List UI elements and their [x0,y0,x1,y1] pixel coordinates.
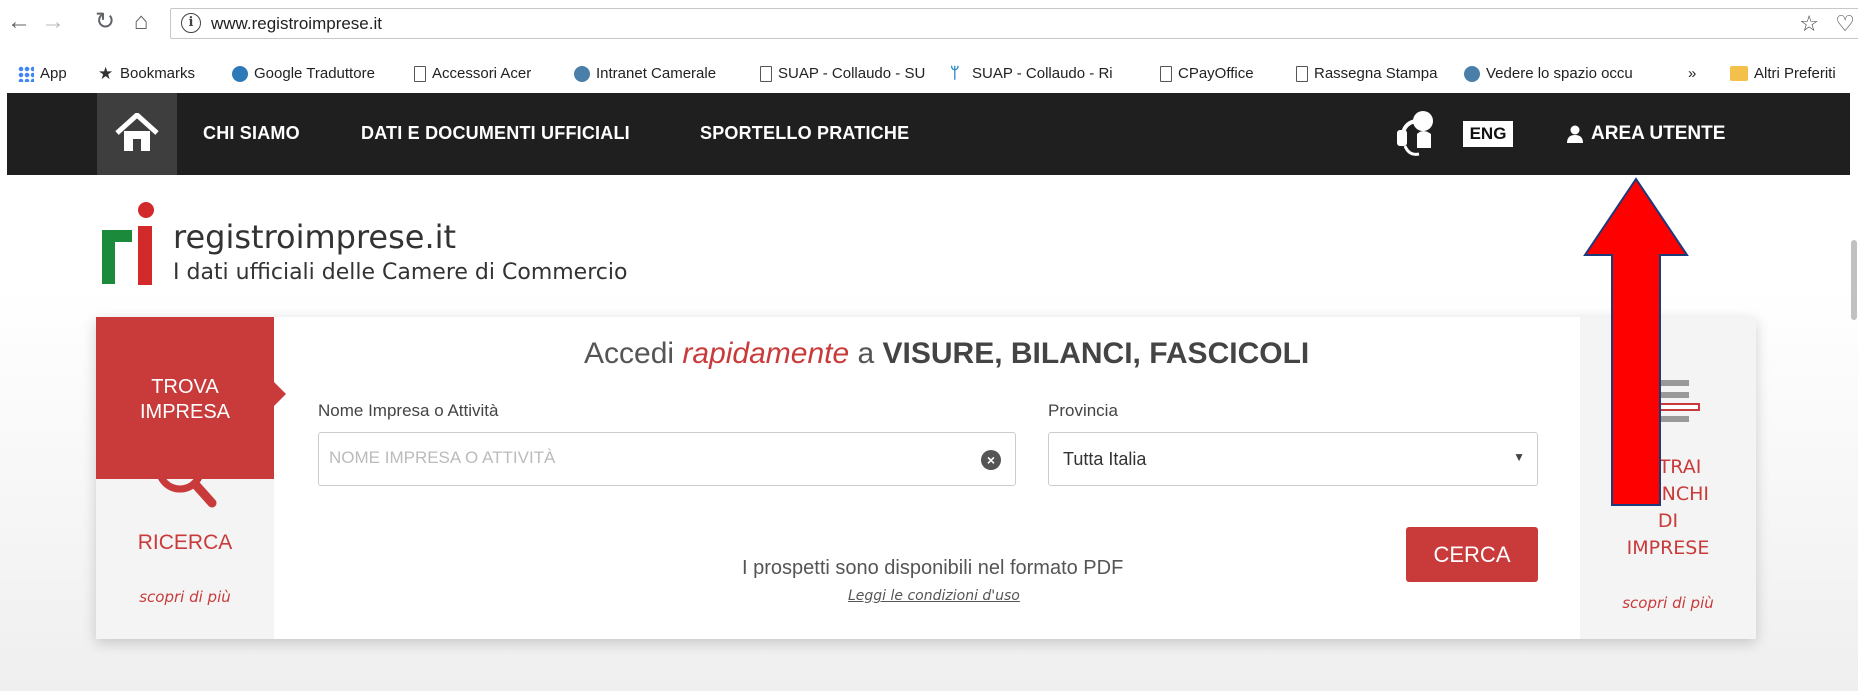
bookmark-altri-preferiti[interactable]: Altri Preferiti [1730,65,1836,82]
trova-line2: IMPRESA [139,401,231,423]
globe-icon [1464,65,1480,82]
bookmarks-bar: App ★ Bookmarks Google Traduttore Access… [0,58,1858,92]
folder-icon [1730,66,1748,81]
bookmark-vedere-spazio[interactable]: Vedere lo spazio occu [1464,65,1633,82]
bookmark-bookmarks[interactable]: ★ Bookmarks [98,63,196,83]
bookmark-label: Accessori Acer [432,65,532,82]
cerca-button[interactable]: CERCA [1406,527,1538,582]
scopri-di-piu-link[interactable]: scopri di più [96,588,274,606]
nav-dati-documenti[interactable]: DATI E DOCUMENTI UFFICIALI [361,123,630,144]
area-utente-label: AREA UTENTE [1591,123,1726,144]
bookmark-label: SUAP - Collaudo - SU [778,65,926,82]
registroimprese-logo[interactable] [98,200,162,296]
bookmark-label: Google Traduttore [254,65,375,82]
reload-icon[interactable]: ↻ [92,9,118,35]
provincia-value: Tutta Italia [1063,449,1147,469]
bookmark-intranet-camerale[interactable]: Intranet Camerale [574,65,716,82]
bookmark-star-icon[interactable]: ☆ [1799,11,1819,37]
magnifier-icon [155,443,217,508]
back-arrow-icon[interactable]: ← [6,9,32,35]
bookmark-app[interactable]: App [18,65,67,82]
condizioni-uso-link[interactable]: Leggi le condizioni d'uso [848,588,1020,604]
provincia-select[interactable]: Tutta Italia ▼ [1048,432,1538,486]
house-icon [115,113,159,151]
heading-mid: a [849,337,883,370]
logo-tagline: I dati ufficiali delle Camere di Commerc… [173,260,628,285]
page-icon [414,65,426,82]
heading-pre: Accedi [584,337,683,370]
nome-impresa-input[interactable] [319,433,959,483]
url-text[interactable]: www.registroimprese.it [211,14,382,34]
bookmark-google-traduttore[interactable]: Google Traduttore [232,65,375,82]
search-heading: Accedi rapidamente a VISURE, BILANCI, FA… [584,337,1309,371]
bookmark-cpayoffice[interactable]: CPayOffice [1160,65,1254,82]
heading-bold: VISURE, BILANCI, FASCICOLI [882,337,1310,370]
logo-name: registroimprese.it [173,218,457,256]
bookmark-accessori-acer[interactable]: Accessori Acer [414,65,531,82]
heart-icon[interactable]: ♡ [1835,11,1855,37]
bird-icon: ᛘ [950,64,960,82]
scopri-di-piu-link-right[interactable]: scopri di più [1580,594,1756,612]
tab-pointer [274,382,286,406]
apps-icon [18,65,34,82]
site-header: CHI SIAMO DATI E DOCUMENTI UFFICIALI SPO… [7,93,1850,175]
forward-arrow-icon[interactable]: → [40,9,66,35]
page-icon [1160,65,1172,82]
bookmark-label: Rassegna Stampa [1314,65,1438,82]
bookmark-suap-collaudo-2[interactable]: ᛘ SUAP - Collaudo - Ri [950,65,1113,82]
home-icon[interactable]: ⌂ [128,9,154,35]
bookmark-label: Vedere lo spazio occu [1486,65,1633,82]
pdf-info-text: I prospetti sono disponibili nel formato… [742,557,1124,579]
bookmark-rassegna-stampa[interactable]: Rassegna Stampa [1296,65,1437,82]
bookmark-label: Bookmarks [120,65,196,82]
star-icon: ★ [98,63,114,83]
dropdown-caret-icon: ▼ [1513,450,1525,464]
nav-chi-siamo[interactable]: CHI SIAMO [203,123,300,144]
bookmark-label: SUAP - Collaudo - Ri [972,65,1113,82]
bookmark-label: CPayOffice [1178,65,1254,82]
globe-icon [574,65,590,82]
heading-emphasis: rapidamente [682,337,850,370]
ricerca-label[interactable]: RICERCA [96,531,274,555]
info-icon[interactable]: i [181,13,201,33]
translate-icon [232,65,248,82]
estrai-line3: DI [1657,510,1679,532]
clear-input-icon[interactable]: × [981,450,1001,470]
area-utente-button[interactable]: AREA UTENTE [1567,123,1725,145]
trova-impresa-label: TROVA IMPRESA [96,375,274,425]
browser-toolbar: ← → ↻ ⌂ i www.registroimprese.it ☆ ♡ [0,0,1858,46]
nome-impresa-field[interactable]: × [318,432,1016,486]
page-scrollbar[interactable] [1851,240,1857,320]
headset-support-icon[interactable] [1395,108,1437,160]
overflow-label: » [1688,65,1697,82]
bookmark-label: Intranet Camerale [596,65,717,82]
address-bar[interactable]: i www.registroimprese.it ☆ ♡ [170,8,1858,39]
page-icon [1296,65,1308,82]
nav-sportello-pratiche[interactable]: SPORTELLO PRATICHE [700,123,909,144]
bookmark-label: Altri Preferiti [1754,65,1836,82]
bookmark-suap-collaudo-1[interactable]: SUAP - Collaudo - SU [760,65,925,82]
home-button[interactable] [97,93,177,175]
estrai-line4: IMPRESE [1626,537,1710,559]
nome-impresa-label: Nome Impresa o Attività [318,401,499,420]
provincia-label: Provincia [1048,401,1118,420]
language-eng-button[interactable]: ENG [1463,121,1513,147]
user-icon [1567,125,1583,143]
annotation-arrow-icon [1583,177,1689,506]
bookmark-label: App [40,65,67,82]
trova-line1: TROVA [151,376,219,398]
page-icon [760,65,772,82]
bookmarks-overflow-button[interactable]: » [1688,65,1696,82]
